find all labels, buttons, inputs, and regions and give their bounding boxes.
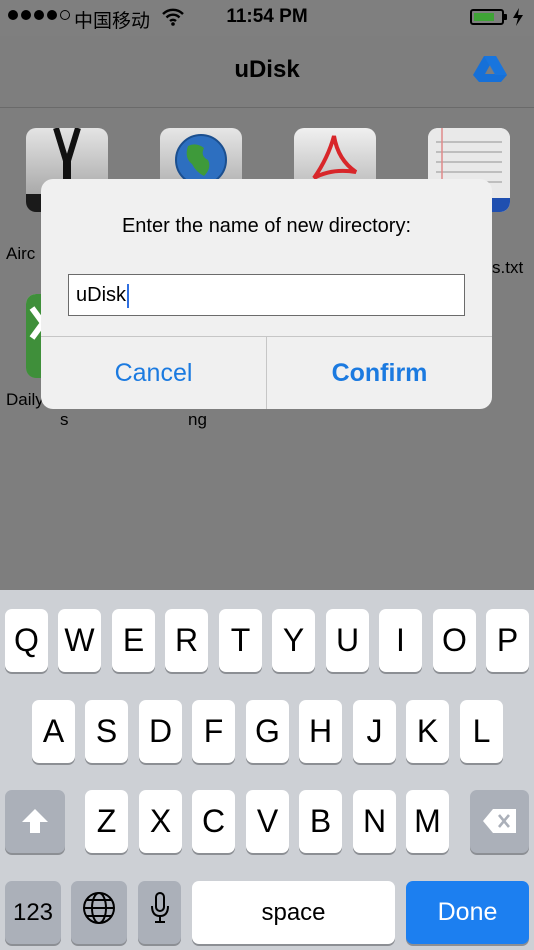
file-name: s.txt — [492, 258, 524, 277]
input-value: uDisk — [76, 284, 127, 306]
key-i[interactable]: I — [379, 609, 422, 672]
globe-icon — [82, 883, 116, 946]
clock: 11:54 PM — [226, 6, 308, 27]
keyboard: Q W E R T Y U I O P A S D F G H J K L Z … — [0, 590, 534, 950]
key-c[interactable]: C — [192, 790, 235, 853]
key-x[interactable]: X — [139, 790, 182, 853]
key-u[interactable]: U — [326, 609, 369, 672]
key-p[interactable]: P — [486, 609, 529, 672]
key-r[interactable]: R — [165, 609, 208, 672]
confirm-button[interactable]: Confirm — [267, 337, 492, 409]
key-v[interactable]: V — [246, 790, 289, 853]
key-h[interactable]: H — [299, 700, 342, 763]
key-o[interactable]: O — [433, 609, 476, 672]
key-w[interactable]: W — [58, 609, 101, 672]
key-t[interactable]: T — [219, 609, 262, 672]
new-directory-dialog: Enter the name of new directory: uDisk C… — [41, 179, 492, 409]
key-f[interactable]: F — [192, 700, 235, 763]
microphone-key[interactable] — [138, 881, 181, 944]
battery-icon — [470, 9, 504, 25]
file-name: Daily — [6, 390, 44, 409]
text-cursor — [127, 283, 130, 308]
dialog-message: Enter the name of new directory: — [121, 215, 412, 237]
charging-bolt-icon — [512, 8, 524, 31]
key-g[interactable]: G — [246, 700, 289, 763]
navigation-bar: uDisk — [0, 36, 534, 108]
key-k[interactable]: K — [406, 700, 449, 763]
key-m[interactable]: M — [406, 790, 449, 853]
microphone-icon — [149, 883, 171, 946]
key-d[interactable]: D — [139, 700, 182, 763]
key-q[interactable]: Q — [5, 609, 48, 672]
key-l[interactable]: L — [460, 700, 503, 763]
file-name-fragment: ng — [188, 410, 207, 429]
numbers-key[interactable]: 123 — [5, 881, 61, 944]
cancel-button[interactable]: Cancel — [41, 337, 266, 409]
key-a[interactable]: A — [32, 700, 75, 763]
status-bar: 中国移动 11:54 PM — [0, 0, 534, 36]
key-y[interactable]: Y — [272, 609, 315, 672]
file-name-fragment: s — [60, 410, 69, 429]
done-key[interactable]: Done — [406, 881, 529, 944]
shift-arrow-icon — [20, 792, 50, 855]
key-n[interactable]: N — [353, 790, 396, 853]
delete-key[interactable] — [470, 790, 529, 853]
key-z[interactable]: Z — [85, 790, 128, 853]
backspace-icon — [482, 792, 518, 855]
key-b[interactable]: B — [299, 790, 342, 853]
page-title: uDisk — [234, 56, 300, 83]
key-e[interactable]: E — [112, 609, 155, 672]
directory-name-input[interactable]: uDisk — [68, 274, 465, 316]
globe-key[interactable] — [71, 881, 127, 944]
space-key[interactable]: space — [192, 881, 395, 944]
file-name: Airc — [6, 244, 36, 263]
key-j[interactable]: J — [353, 700, 396, 763]
shift-key[interactable] — [5, 790, 65, 853]
google-drive-icon[interactable] — [472, 54, 508, 89]
key-s[interactable]: S — [85, 700, 128, 763]
